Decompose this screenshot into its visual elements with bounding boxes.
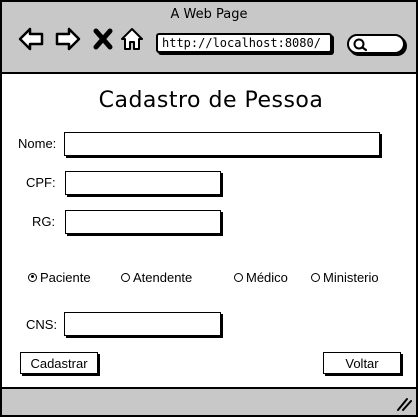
nome-label: Nome: bbox=[18, 136, 57, 151]
radio-indicator bbox=[121, 272, 130, 282]
radio-atendente[interactable]: Atendente bbox=[121, 268, 192, 286]
search-icon bbox=[353, 38, 368, 52]
browser-window: A Web Page http://localhost:8080/ Cadast… bbox=[0, 0, 418, 417]
cns-label: CNS: bbox=[26, 317, 58, 332]
browser-chrome: A Web Page http://localhost:8080/ bbox=[2, 2, 416, 74]
url-bar[interactable]: http://localhost:8080/ bbox=[156, 33, 332, 53]
radio-paciente[interactable]: Paciente bbox=[28, 268, 91, 286]
radio-label: Ministerio bbox=[323, 269, 379, 285]
page-title: Cadastro de Pessoa bbox=[98, 88, 324, 113]
rg-label: RG: bbox=[32, 214, 56, 229]
radio-label: Paciente bbox=[40, 269, 91, 285]
cns-input[interactable] bbox=[64, 312, 221, 336]
window-title: A Web Page bbox=[170, 7, 248, 22]
browser-search-box[interactable] bbox=[347, 34, 405, 54]
cpf-input[interactable] bbox=[65, 171, 221, 195]
radio-selected-indicator bbox=[28, 272, 37, 282]
radio-label: Médico bbox=[246, 269, 288, 285]
cadastrar-button[interactable]: Cadastrar bbox=[20, 352, 98, 374]
radio-medico[interactable]: Médico bbox=[234, 268, 288, 286]
voltar-button[interactable]: Voltar bbox=[323, 352, 401, 374]
radio-indicator bbox=[311, 272, 320, 282]
resize-handle-icon[interactable] bbox=[396, 397, 412, 411]
close-icon[interactable] bbox=[91, 26, 117, 52]
cpf-label: CPF: bbox=[26, 175, 56, 190]
status-bar bbox=[2, 387, 416, 415]
rg-input[interactable] bbox=[65, 210, 221, 234]
radio-label: Atendente bbox=[133, 269, 193, 285]
home-icon[interactable] bbox=[119, 26, 145, 52]
forward-arrow-icon[interactable] bbox=[55, 26, 81, 52]
radio-indicator bbox=[234, 272, 243, 282]
radio-ministerio[interactable]: Ministerio bbox=[311, 268, 379, 286]
role-radio-group: Paciente Atendente Médico Ministerio bbox=[2, 268, 416, 288]
nome-input[interactable] bbox=[64, 132, 380, 156]
back-arrow-icon[interactable] bbox=[18, 26, 44, 52]
